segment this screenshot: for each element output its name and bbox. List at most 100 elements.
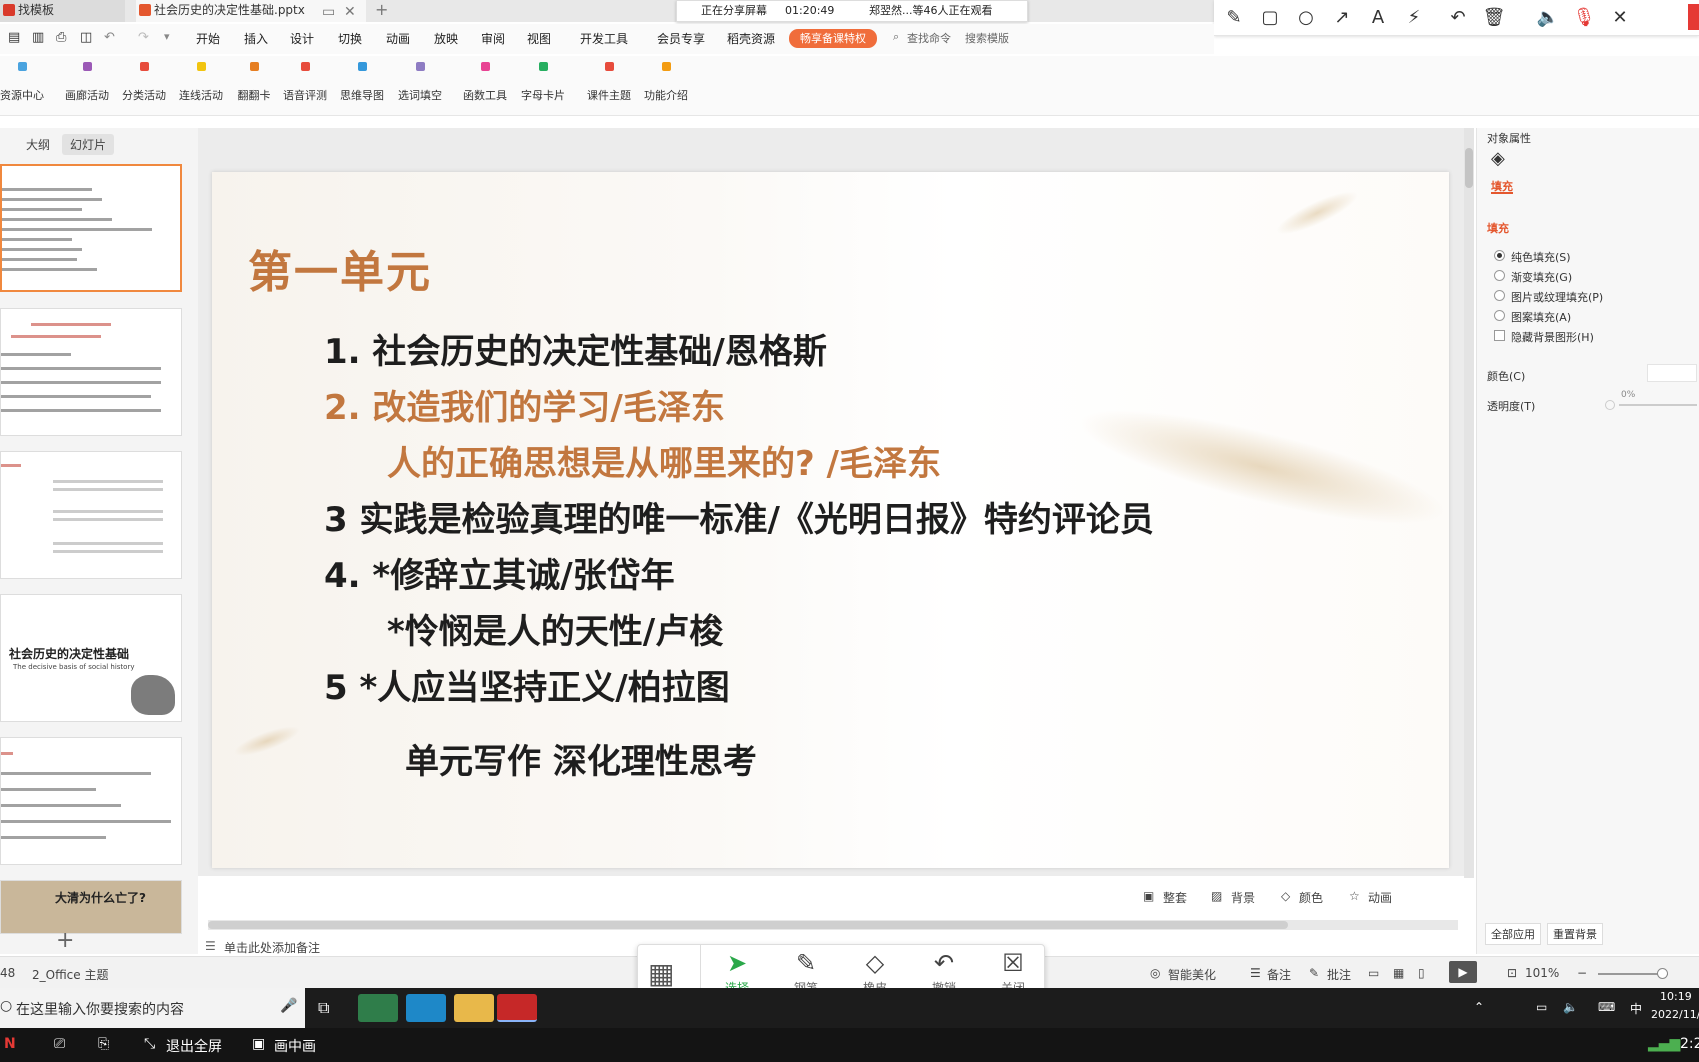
slide-tool-background[interactable]: 背景	[1231, 889, 1255, 906]
add-slide-icon[interactable]: +	[56, 928, 74, 953]
reset-background-button[interactable]: 重置背景	[1547, 923, 1603, 945]
menu-view[interactable]: 视图	[527, 30, 551, 47]
menu-design[interactable]: 设计	[290, 30, 314, 47]
zoom-thumb[interactable]	[1657, 968, 1668, 979]
slide-thumb-2[interactable]	[0, 308, 182, 436]
tab-document[interactable]: 社会历史的决定性基础.pptx ▭ ✕	[136, 0, 366, 22]
slide-tool-layout[interactable]: 整套	[1163, 889, 1187, 906]
taskbar-app-meeting[interactable]	[406, 994, 446, 1022]
close-icon[interactable]: ✕	[1608, 6, 1632, 30]
menu-developer[interactable]: 开发工具	[580, 30, 628, 47]
camera-icon[interactable]: ⎘	[98, 1036, 109, 1052]
slide-tool-color[interactable]: 颜色	[1299, 889, 1323, 906]
undo-icon[interactable]: ↶	[104, 30, 115, 45]
vertical-scrollbar[interactable]	[1464, 128, 1474, 878]
undo-icon[interactable]: ↶	[1446, 6, 1470, 30]
ribbon-function-tool[interactable]: 函数工具	[455, 62, 515, 103]
apps-grid-icon[interactable]: ▦	[648, 957, 674, 990]
menu-review[interactable]: 审阅	[481, 30, 505, 47]
zoom-out-icon[interactable]: −	[1577, 966, 1587, 980]
speaker-icon[interactable]: 🔈	[1536, 6, 1560, 30]
ribbon-letter-card[interactable]: 字母卡片	[513, 62, 573, 103]
menu-insert[interactable]: 插入	[244, 30, 268, 47]
chevron-up-icon[interactable]: ⌃	[1474, 1000, 1484, 1014]
option-gradient[interactable]: 渐变填充(G)	[1511, 269, 1572, 285]
tab-slides[interactable]: 幻灯片	[62, 134, 115, 155]
preview-icon[interactable]: ◫	[80, 30, 92, 45]
menu-animation[interactable]: 动画	[386, 30, 410, 47]
microphone-icon[interactable]: 🎤	[280, 998, 297, 1014]
comment-icon[interactable]: ✎	[1309, 966, 1319, 980]
fit-window-icon[interactable]: ⊡	[1507, 966, 1517, 980]
option-solid[interactable]: 纯色填充(S)	[1511, 249, 1571, 265]
pip-button[interactable]: 画中画	[274, 1036, 316, 1056]
layout-icon[interactable]: ▣	[1143, 889, 1154, 903]
scroll-thumb[interactable]	[1465, 148, 1473, 188]
menu-member[interactable]: 会员专享	[657, 30, 705, 47]
network-icon[interactable]: ▭	[1536, 1000, 1547, 1014]
slide-thumb-5[interactable]	[0, 737, 182, 865]
volume-icon[interactable]: 🔈	[1563, 1000, 1578, 1014]
share-screen-icon[interactable]: ⎚	[54, 1036, 65, 1052]
restore-icon[interactable]: ▭	[322, 2, 335, 22]
menu-docer[interactable]: 稻壳资源	[727, 30, 775, 47]
transparency-slider[interactable]	[1619, 404, 1697, 406]
notes-toggle[interactable]: 备注	[1267, 966, 1291, 983]
background-icon[interactable]: ▨	[1211, 889, 1222, 903]
smart-beautify[interactable]: 智能美化	[1168, 966, 1216, 983]
ime-indicator[interactable]: 中	[1630, 1000, 1642, 1017]
slide-thumb-1[interactable]	[0, 164, 182, 292]
ribbon-gallery[interactable]: 画廊活动	[57, 62, 117, 103]
apply-all-button[interactable]: 全部应用	[1485, 923, 1541, 945]
transparency-dial[interactable]	[1605, 400, 1615, 410]
reading-view-icon[interactable]: ▯	[1418, 966, 1425, 980]
export-icon[interactable]: ▥	[32, 30, 44, 45]
radio-picture[interactable]	[1494, 290, 1505, 301]
radio-solid[interactable]	[1494, 250, 1505, 261]
ribbon-classify[interactable]: 分类活动	[114, 62, 174, 103]
taskbar-app-wps[interactable]	[497, 994, 537, 1022]
taskbar-app-browser[interactable]	[358, 994, 398, 1022]
theme-name[interactable]: 2_Office 主题	[32, 966, 108, 983]
normal-view-icon[interactable]: ▭	[1368, 966, 1379, 980]
rectangle-icon[interactable]: ▢	[1258, 6, 1282, 30]
search-template[interactable]: 搜索模版	[965, 30, 1009, 46]
ribbon-fillblank[interactable]: 选词填空	[390, 62, 450, 103]
print-icon[interactable]: ⎙	[56, 30, 66, 45]
horizontal-scrollbar[interactable]	[208, 920, 1458, 930]
search-icon[interactable]: ⌕	[893, 30, 899, 44]
notes-placeholder[interactable]: 单击此处添加备注	[224, 939, 320, 956]
close-tab-icon[interactable]: ✕	[344, 2, 356, 22]
taskbar-app-explorer[interactable]	[454, 994, 494, 1022]
color-icon[interactable]: ◇	[1281, 889, 1290, 903]
ribbon-connect[interactable]: 连线活动	[171, 62, 231, 103]
arrow-icon[interactable]: ↗	[1330, 6, 1354, 30]
slide-thumb-6[interactable]: 大清为什么亡了?	[0, 880, 182, 934]
scroll-thumb[interactable]	[208, 921, 1288, 929]
beautify-icon[interactable]: ◎	[1150, 966, 1160, 980]
radio-gradient[interactable]	[1494, 270, 1505, 281]
exit-fullscreen-icon[interactable]: ⤡	[144, 1036, 155, 1052]
tab-template[interactable]: 找模板	[0, 0, 125, 22]
ribbon-voice-eval[interactable]: 语音评测	[275, 62, 335, 103]
new-tab-icon[interactable]: +	[375, 0, 388, 19]
search-input[interactable]: 在这里输入你要搜索的内容	[16, 999, 184, 1019]
play-slideshow-icon[interactable]: ▶	[1449, 961, 1477, 983]
pencil-icon[interactable]: ✎	[1222, 6, 1246, 30]
circle-icon[interactable]: ○	[1294, 6, 1318, 30]
ribbon-resource-center[interactable]: 资源中心	[0, 62, 52, 103]
ribbon-theme[interactable]: 课件主题	[579, 62, 639, 103]
member-badge[interactable]: 畅享备课特权	[789, 29, 877, 48]
menu-slideshow[interactable]: 放映	[434, 30, 458, 47]
redo-icon[interactable]: ↷	[138, 30, 149, 45]
slide[interactable]: 第一单元 1. 社会历史的决定性基础/恩格斯 2. 改造我们的学习/毛泽东 人的…	[212, 172, 1455, 868]
slide-thumb-4[interactable]: 社会历史的决定性基础 The decisive basis of social …	[0, 594, 182, 722]
menu-start[interactable]: 开始	[196, 30, 220, 47]
menu-transition[interactable]: 切换	[338, 30, 362, 47]
ribbon-mindmap[interactable]: 思维导图	[332, 62, 392, 103]
slide-thumb-3[interactable]	[0, 451, 182, 579]
search-command[interactable]: 查找命令	[907, 30, 951, 46]
sorter-view-icon[interactable]: ▦	[1393, 966, 1404, 980]
notes-toggle-icon[interactable]: ☰	[1250, 966, 1261, 980]
task-view-icon[interactable]: ⧉	[318, 998, 329, 1018]
